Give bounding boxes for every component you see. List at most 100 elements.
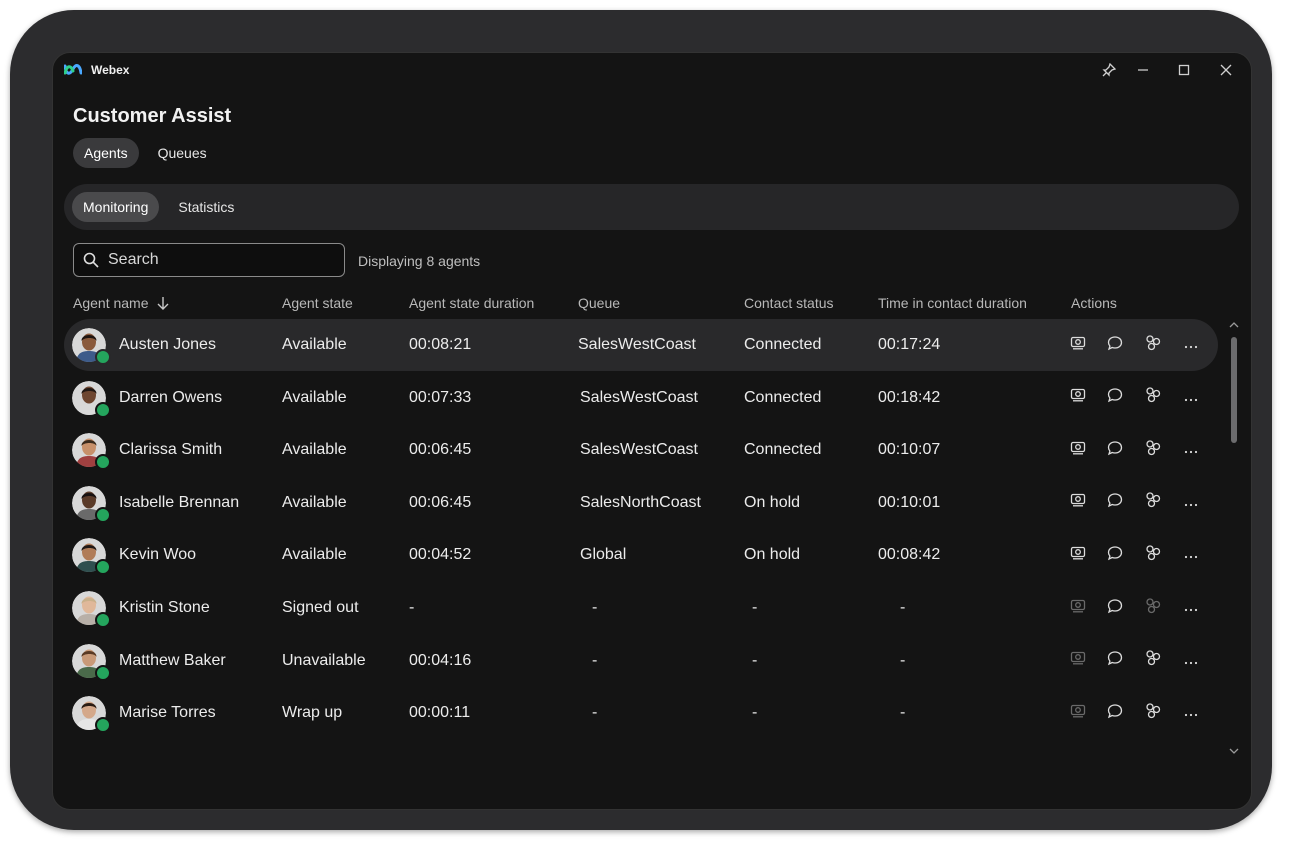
scroll-thumb[interactable] [1231,337,1237,443]
title-bar: Webex [53,53,1251,87]
avatar[interactable] [72,696,111,734]
conference-button[interactable] [1143,649,1163,672]
search-input[interactable] [106,250,330,270]
conference-button[interactable] [1143,440,1163,460]
avatar[interactable] [72,433,111,471]
chat-icon [1107,598,1123,619]
monitor-button[interactable] [1068,598,1088,618]
chat-button[interactable] [1105,388,1125,408]
chat-button[interactable] [1105,651,1125,671]
more-options-button[interactable] [1181,440,1201,460]
agent-state: Wrap up [282,704,343,722]
tab-queues[interactable]: Queues [147,138,218,168]
more-options-button[interactable] [1181,335,1201,355]
monitor-button[interactable] [1068,335,1088,355]
conference-button[interactable] [1143,597,1163,618]
column-header-time-in-contact[interactable]: Time in contact duration [878,295,1027,311]
column-header-contact-status[interactable]: Contact status [744,295,834,311]
sort-descending-icon[interactable] [157,296,169,310]
maximize-button[interactable] [1170,59,1198,81]
presence-status-icon [95,717,111,734]
avatar[interactable] [72,485,111,523]
column-header-agent-state[interactable]: Agent state [282,295,353,311]
table-row[interactable]: Matthew Baker Unavailable 00:04:16 - - - [64,635,1218,687]
column-header-queue[interactable]: Queue [578,295,620,311]
chat-icon [1107,703,1123,724]
table-row[interactable]: Kristin Stone Signed out - - - - [64,582,1218,634]
conference-icon [1144,491,1162,514]
chat-icon [1107,650,1123,671]
more-icon [1184,494,1198,512]
scrollbar[interactable] [1227,319,1241,759]
chat-button[interactable] [1105,703,1125,723]
more-options-button[interactable] [1181,703,1201,723]
pin-icon [1102,63,1116,77]
avatar[interactable] [72,538,111,576]
conference-icon [1144,544,1162,567]
scroll-up-icon[interactable] [1229,321,1239,329]
search-field[interactable] [73,243,345,277]
tab-statistics[interactable]: Statistics [167,192,245,222]
chat-button[interactable] [1105,493,1125,513]
table-row[interactable]: Clarissa Smith Available 00:06:45 SalesWest… [64,424,1218,476]
conference-button[interactable] [1143,703,1163,723]
scroll-down-icon[interactable] [1229,747,1239,755]
tab-monitoring[interactable]: Monitoring [72,192,160,222]
chat-button[interactable] [1105,545,1125,565]
column-header-agent-state-duration[interactable]: Agent state duration [409,295,534,311]
more-options-button[interactable] [1181,493,1201,513]
monitor-button[interactable] [1068,703,1088,723]
chat-icon [1107,492,1123,513]
monitor-button[interactable] [1068,388,1088,408]
table-row[interactable]: Kevin Woo Available 00:04:52 Global On hold 0… [64,529,1218,581]
more-options-button[interactable] [1181,545,1201,565]
conference-icon [1144,334,1162,357]
avatar[interactable] [72,591,111,628]
table-row[interactable]: Austen Jones Available 00:08:21 SalesWestCo… [64,319,1218,371]
agent-name: Matthew Baker [119,651,226,669]
time-in-contact: - [900,651,906,669]
conference-button[interactable] [1143,334,1163,357]
chat-button[interactable] [1105,598,1125,618]
conference-icon [1144,649,1162,672]
chat-button[interactable] [1105,335,1125,355]
more-icon [1184,704,1198,722]
chat-button[interactable] [1105,440,1125,460]
conference-button[interactable] [1143,491,1163,514]
monitor-icon [1070,493,1086,512]
monitor-button[interactable] [1068,493,1088,513]
monitor-button[interactable] [1068,651,1088,671]
more-icon [1184,546,1198,564]
agent-state-duration: 00:04:52 [409,546,472,564]
conference-button[interactable] [1143,545,1163,565]
column-header-agent-name[interactable]: Agent name [73,295,169,311]
agent-queue: SalesWestCoast [580,441,698,459]
avatar[interactable] [72,380,111,418]
table-row[interactable]: Isabelle Brennan Available 00:06:45 SalesNo… [64,477,1218,529]
webex-logo-icon [64,64,82,75]
tab-agents[interactable]: Agents [73,138,139,168]
table-row[interactable]: Darren Owens Available 00:07:33 SalesWestCo… [64,372,1218,424]
monitor-button[interactable] [1068,440,1088,460]
monitor-button[interactable] [1068,545,1088,565]
agent-queue: - [592,599,598,616]
more-options-button[interactable] [1181,388,1201,408]
monitor-icon [1070,546,1086,565]
monitor-icon [1070,651,1086,670]
agent-state: Available [282,546,347,564]
avatar[interactable] [72,643,111,681]
avatar[interactable] [72,328,111,365]
close-button[interactable] [1212,59,1240,81]
more-options-button[interactable] [1181,598,1201,618]
conference-button[interactable] [1143,387,1163,408]
agent-count-label: Displaying 8 agents [358,253,481,269]
search-icon [83,252,99,268]
monitor-icon [1070,704,1086,723]
minimize-button[interactable] [1129,59,1157,81]
table-row[interactable]: Marise Torres Wrap up 00:00:11 - - - [64,687,1218,739]
app-name: Webex [91,63,130,77]
agent-queue: SalesWestCoast [580,388,698,406]
pin-button[interactable] [1095,59,1123,81]
more-options-button[interactable] [1181,651,1201,671]
agent-name: Isabelle Brennan [119,493,240,511]
